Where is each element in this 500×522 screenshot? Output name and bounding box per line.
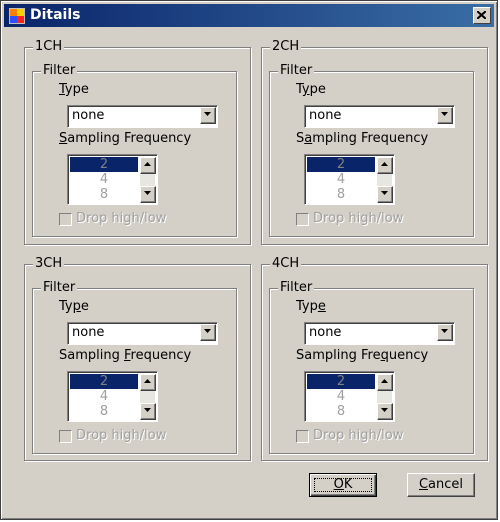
arrow-down-icon <box>381 191 388 195</box>
arrow-down-icon <box>381 408 388 412</box>
sampling-frequency-list[interactable]: 2 4 8 <box>67 371 158 422</box>
close-button[interactable] <box>473 7 491 24</box>
arrow-up-icon <box>144 379 151 383</box>
type-value: none <box>309 108 342 123</box>
filter-title: Filter <box>41 280 78 296</box>
sampling-frequency-list[interactable]: 2 4 8 <box>304 154 395 205</box>
close-icon <box>477 11 486 19</box>
filter-group: Filter Type none Sampling Frequency 2 4 … <box>269 280 474 454</box>
list-item[interactable]: 4 <box>70 172 138 187</box>
filter-title: Filter <box>278 280 315 296</box>
list-item[interactable]: 8 <box>70 404 138 419</box>
chevron-down-icon <box>441 112 448 116</box>
scroll-up-button[interactable] <box>140 374 156 391</box>
scroll-up-button[interactable] <box>377 157 393 174</box>
scrollbar-track[interactable] <box>377 174 392 186</box>
type-label: Type <box>59 82 89 97</box>
type-label: Type <box>296 82 326 97</box>
list-item[interactable]: 2 <box>70 374 138 389</box>
sampling-frequency-list[interactable]: 2 4 8 <box>67 154 158 205</box>
sampling-frequency-list[interactable]: 2 4 8 <box>304 371 395 422</box>
group-title: 2CH <box>270 39 302 55</box>
list-item[interactable]: 8 <box>307 404 375 419</box>
type-label: Type <box>296 299 326 314</box>
list-item[interactable]: 2 <box>307 374 375 389</box>
sampling-frequency-label: Sampling Frequency <box>296 131 429 146</box>
details-dialog: Ditails 1CH Filter Type none Sampling Fr… <box>0 0 498 520</box>
scroll-down-button[interactable] <box>140 186 156 203</box>
scrollbar-track[interactable] <box>140 174 155 186</box>
filter-group: Filter Type none Sampling Frequency 2 4 … <box>32 280 237 454</box>
sampling-frequency-label: Sampling Frequency <box>296 348 429 363</box>
drop-high-low-checkbox[interactable] <box>59 213 72 226</box>
focus-rect <box>314 478 372 492</box>
drop-high-low-label: Drop high/low <box>76 428 167 443</box>
type-dropdown[interactable]: none <box>304 105 455 128</box>
dropdown-button[interactable] <box>200 324 216 341</box>
sampling-frequency-label: Sampling Frequency <box>59 131 192 146</box>
dropdown-button[interactable] <box>200 107 216 124</box>
cancel-label-accel: C <box>418 477 429 492</box>
list-item[interactable]: 4 <box>307 389 375 404</box>
group-3ch: 3CH Filter Type none Sampling Frequency … <box>24 256 251 461</box>
list-item[interactable]: 4 <box>307 172 375 187</box>
scroll-up-button[interactable] <box>140 157 156 174</box>
arrow-up-icon <box>381 162 388 166</box>
title-bar[interactable]: Ditails <box>4 4 494 27</box>
list-item[interactable]: 2 <box>307 157 375 172</box>
arrow-down-icon <box>144 408 151 412</box>
list-item[interactable]: 8 <box>70 187 138 202</box>
group-4ch: 4CH Filter Type none Sampling Frequency … <box>261 256 488 461</box>
scroll-down-button[interactable] <box>140 403 156 420</box>
group-title: 4CH <box>270 256 302 272</box>
cancel-button[interactable]: Cancel <box>407 473 475 497</box>
type-dropdown[interactable]: none <box>304 322 455 345</box>
drop-high-low-checkbox[interactable] <box>59 430 72 443</box>
dropdown-button[interactable] <box>437 107 453 124</box>
scroll-down-button[interactable] <box>377 403 393 420</box>
arrow-up-icon <box>381 379 388 383</box>
ok-button[interactable]: OK <box>309 473 377 497</box>
arrow-up-icon <box>144 162 151 166</box>
cancel-label: Cancel <box>419 477 463 492</box>
filter-group: Filter Type none Sampling Frequency 2 4 … <box>32 63 237 237</box>
drop-high-low-checkbox[interactable] <box>296 213 309 226</box>
drop-high-low-label: Drop high/low <box>76 211 167 226</box>
drop-high-low-checkbox[interactable] <box>296 430 309 443</box>
group-title: 3CH <box>33 256 65 272</box>
type-dropdown[interactable]: none <box>67 322 218 345</box>
app-window-icon <box>9 8 25 24</box>
type-label: Type <box>59 299 89 314</box>
window-title: Ditails <box>30 7 81 23</box>
drop-high-low-label: Drop high/low <box>313 428 404 443</box>
group-1ch: 1CH Filter Type none Sampling Frequency … <box>24 39 251 245</box>
filter-title: Filter <box>41 63 78 79</box>
group-2ch: 2CH Filter Type none Sampling Frequency … <box>261 39 488 245</box>
scrollbar-track[interactable] <box>140 391 155 403</box>
arrow-down-icon <box>144 191 151 195</box>
type-value: none <box>72 325 105 340</box>
type-value: none <box>72 108 105 123</box>
scroll-down-button[interactable] <box>377 186 393 203</box>
sampling-frequency-label: Sampling Frequency <box>59 348 192 363</box>
drop-high-low-label: Drop high/low <box>313 211 404 226</box>
list-item[interactable]: 4 <box>70 389 138 404</box>
list-item[interactable]: 2 <box>70 157 138 172</box>
chevron-down-icon <box>441 329 448 333</box>
filter-group: Filter Type none Sampling Frequency 2 4 … <box>269 63 474 237</box>
filter-title: Filter <box>278 63 315 79</box>
scrollbar-track[interactable] <box>377 391 392 403</box>
group-title: 1CH <box>33 39 65 55</box>
list-item[interactable]: 8 <box>307 187 375 202</box>
type-value: none <box>309 325 342 340</box>
chevron-down-icon <box>204 329 211 333</box>
cancel-label-post: ancel <box>428 477 464 492</box>
dropdown-button[interactable] <box>437 324 453 341</box>
scroll-up-button[interactable] <box>377 374 393 391</box>
type-dropdown[interactable]: none <box>67 105 218 128</box>
chevron-down-icon <box>204 112 211 116</box>
